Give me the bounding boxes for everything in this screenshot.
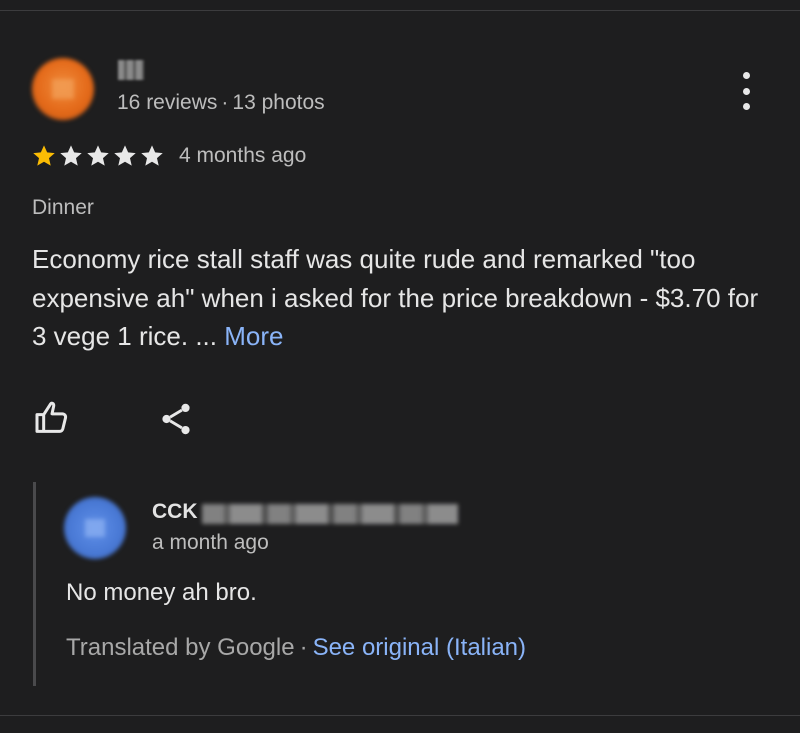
more-link[interactable]: More [224, 321, 283, 351]
share-icon[interactable] [157, 400, 195, 438]
star-empty-icon [141, 145, 163, 166]
translated-label: Translated by Google [66, 634, 295, 661]
top-divider [0, 10, 800, 11]
star-empty-icon [87, 145, 109, 166]
reviewer-avatar[interactable] [32, 58, 94, 120]
review-text: Economy rice stall staff was quite rude … [32, 244, 759, 351]
review-count: 16 reviews [117, 91, 218, 114]
bottom-divider [0, 715, 800, 716]
reviewer-name-redacted [118, 60, 144, 80]
star-empty-icon [114, 145, 136, 166]
replier-avatar[interactable] [64, 497, 126, 559]
meta-separator: · [221, 91, 229, 114]
star-rating [31, 143, 165, 169]
review-time: 4 months ago [179, 144, 307, 167]
reviewer-meta[interactable]: 16 reviews · 13 photos [117, 91, 325, 115]
meal-tag: Dinner [32, 196, 94, 219]
translation-note: Translated by Google · See original (Itali… [66, 634, 526, 662]
reply-indent-bar [33, 482, 36, 686]
photo-count: 13 photos [232, 91, 325, 114]
replier-name-redacted [202, 504, 458, 524]
see-original-link[interactable]: See original (Italian) [313, 634, 526, 661]
translation-separator: · [299, 634, 308, 661]
reply-time: a month ago [152, 531, 269, 554]
thumbs-up-icon[interactable] [32, 398, 72, 438]
more-vert-icon[interactable] [736, 72, 756, 110]
star-filled-icon [33, 145, 55, 166]
review-text-block: Economy rice stall staff was quite rude … [32, 240, 772, 356]
reply-text: No money ah bro. [66, 579, 257, 606]
star-empty-icon [60, 145, 82, 166]
replier-name: CCK [152, 500, 198, 523]
